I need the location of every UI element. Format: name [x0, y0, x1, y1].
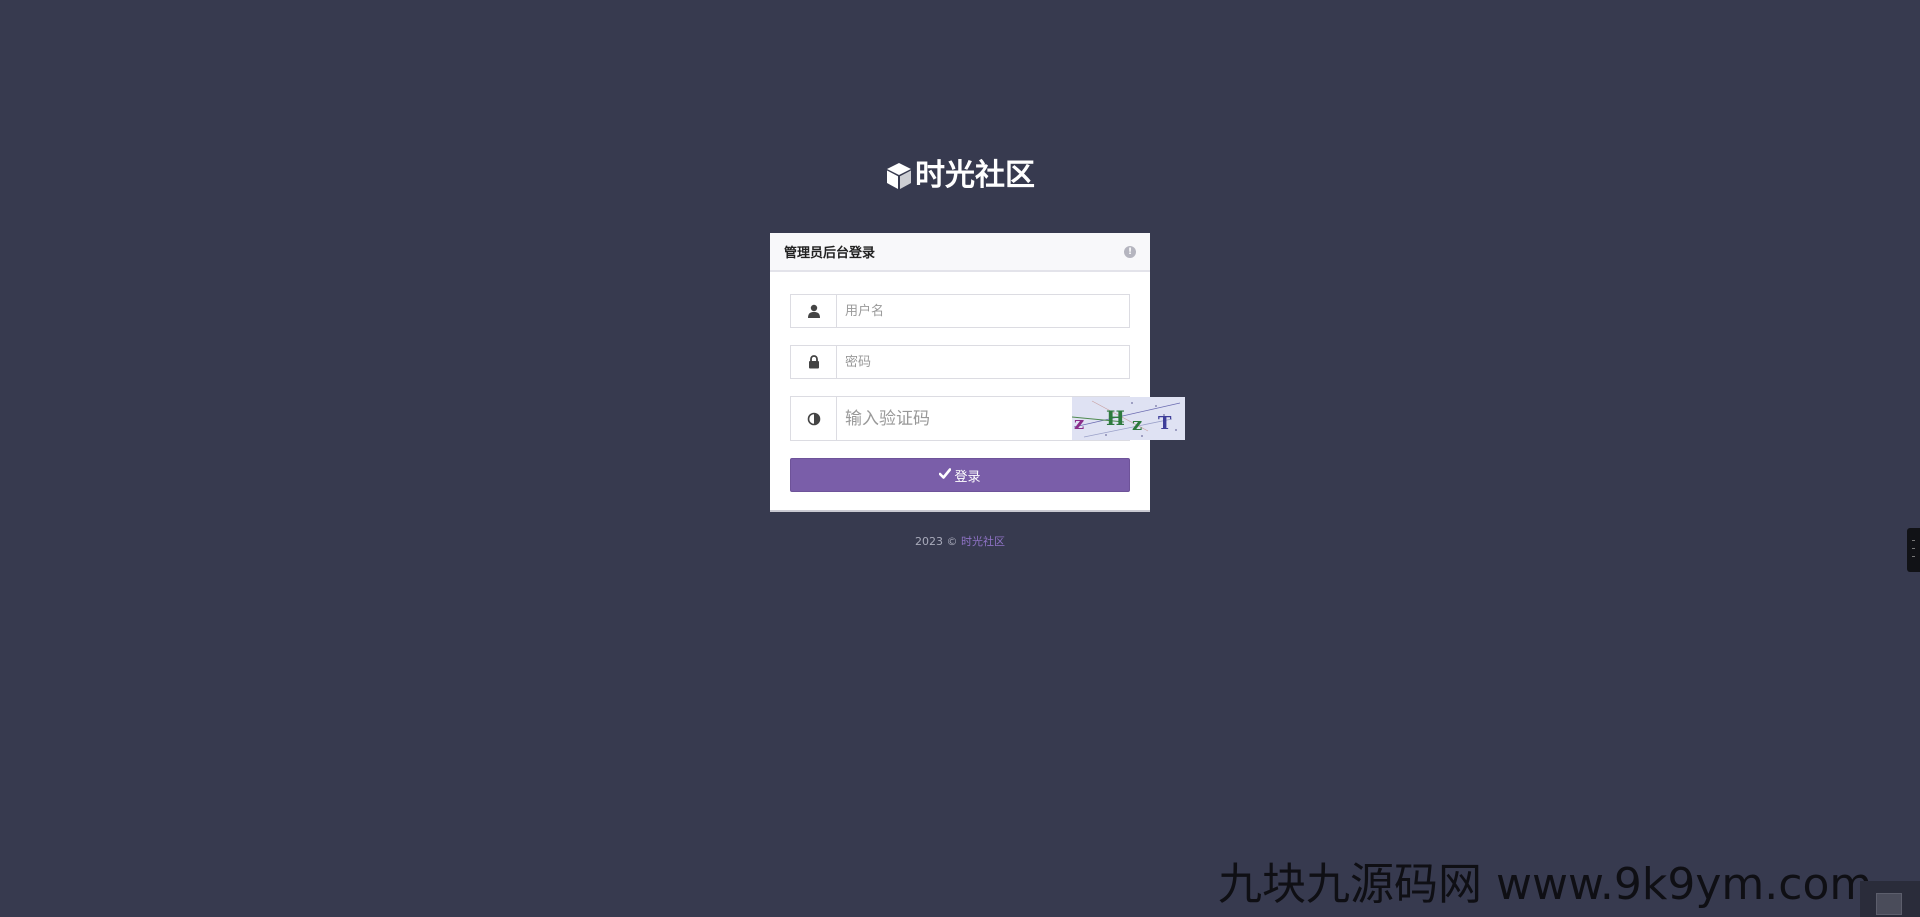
panel-header: 管理员后台登录 ! — [770, 233, 1150, 272]
login-button-label: 登录 — [954, 469, 981, 485]
brand-logo: 时光社区 — [0, 152, 1920, 206]
cube-icon — [885, 161, 913, 191]
password-input[interactable] — [837, 346, 1129, 378]
svg-text:T: T — [1158, 413, 1172, 434]
info-circle-icon[interactable]: ! — [1124, 245, 1136, 258]
login-form: z H z T 登录 — [770, 272, 1185, 492]
captcha-group: z H z T — [790, 396, 1185, 441]
copyright-text: 2023 © — [915, 535, 961, 548]
password-group — [790, 345, 1130, 379]
panel-title: 管理员后台登录 — [784, 246, 876, 261]
check-icon — [939, 467, 952, 483]
svg-text:z: z — [1132, 414, 1142, 435]
username-group — [790, 294, 1130, 328]
footer-link[interactable]: 时光社区 — [961, 535, 1005, 548]
footer: 2023 © 时光社区 — [0, 533, 1920, 549]
half-circle-icon — [791, 397, 837, 440]
lock-icon — [791, 346, 837, 378]
corner-button[interactable] — [1876, 893, 1902, 915]
corner-widget[interactable] — [1860, 881, 1920, 917]
user-icon — [791, 295, 837, 327]
captcha-input[interactable] — [837, 397, 1072, 440]
username-input[interactable] — [837, 295, 1129, 327]
svg-text:z: z — [1074, 413, 1084, 434]
login-button[interactable]: 登录 — [790, 458, 1130, 492]
svg-text:H: H — [1106, 406, 1125, 430]
watermark: 九块九源码网 www.9k9ym.com — [1218, 859, 1873, 910]
side-toolbar-tab[interactable] — [1907, 528, 1920, 572]
brand-name: 时光社区 — [915, 158, 1035, 193]
login-panel: 管理员后台登录 ! 用户名 输入验证码 z H z T 登录 — [770, 233, 1185, 510]
captcha-image[interactable]: z H z T — [1072, 397, 1185, 440]
